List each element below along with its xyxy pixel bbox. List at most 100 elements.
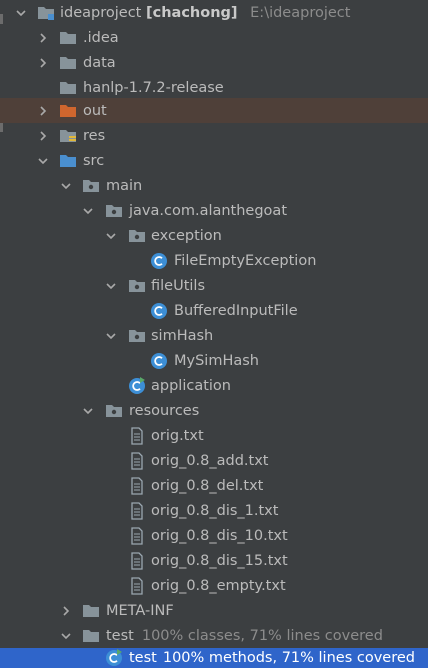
tree-row-file-utils[interactable]: fileUtils: [0, 273, 428, 298]
tree-label-test-class: test 100% methods, 71% lines covered: [129, 650, 415, 666]
package-icon: [128, 327, 146, 345]
text-file-icon: [128, 526, 146, 545]
tree-label-sim-hash: simHash: [151, 327, 214, 344]
folder-icon: [59, 29, 77, 47]
chevron-right-icon[interactable]: [36, 104, 50, 118]
tree-label-meta-inf: META-INF: [106, 602, 174, 619]
tree-label-file-empty-exception: FileEmptyException: [174, 252, 317, 269]
text-file-icon: [128, 426, 146, 445]
tree-row-idea[interactable]: .idea: [0, 25, 428, 50]
chevron-down-icon[interactable]: [59, 629, 73, 643]
tree-label-application: application: [151, 377, 231, 394]
project-name: ideaproject: [60, 4, 142, 21]
tree-row-src[interactable]: src: [0, 148, 428, 173]
folder-icon: [82, 627, 100, 645]
resources-folder-icon: [59, 127, 77, 145]
chevron-down-icon[interactable]: [81, 404, 95, 418]
tree-row-data[interactable]: data: [0, 50, 428, 75]
tree-row-my-sim-hash[interactable]: MySimHash: [0, 348, 428, 373]
class-icon: [150, 252, 168, 270]
chevron-down-icon[interactable]: [36, 154, 50, 168]
tree-label-package: java.com.alanthegoat: [129, 202, 287, 219]
tree-label-main: main: [106, 177, 143, 194]
tree-row-sim-hash[interactable]: simHash: [0, 323, 428, 348]
tree-row-project-root[interactable]: ideaproject [chachong] E:\ideaproject: [0, 0, 428, 25]
tree-row-exception[interactable]: exception: [0, 223, 428, 248]
tree-row-file-empty-exception[interactable]: FileEmptyException: [0, 248, 428, 273]
package-icon: [105, 402, 123, 420]
folder-icon: [59, 79, 77, 97]
tree-label-file: orig_0.8_add.txt: [151, 452, 269, 469]
tree-row-hanlp[interactable]: hanlp-1.7.2-release: [0, 75, 428, 100]
package-icon: [82, 177, 100, 195]
tree-label-file: orig_0.8_dis_10.txt: [151, 527, 288, 544]
coverage-info: 100% classes, 71% lines covered: [141, 627, 383, 644]
tree-label-src: src: [83, 152, 105, 169]
package-icon: [128, 227, 146, 245]
chevron-down-icon[interactable]: [104, 279, 118, 293]
excluded-folder-icon: [59, 102, 77, 120]
tree-label-data: data: [83, 54, 116, 71]
tree-row-res[interactable]: res: [0, 123, 428, 148]
tree-row-text-file[interactable]: orig_0.8_empty.txt: [0, 573, 428, 598]
tree-row-meta-inf[interactable]: META-INF: [0, 598, 428, 623]
tree-label-resources: resources: [129, 402, 200, 419]
tree-label-exception: exception: [151, 227, 222, 244]
package-icon: [105, 202, 123, 220]
tree-row-text-file[interactable]: orig_0.8_dis_10.txt: [0, 523, 428, 548]
tree-label-out: out: [83, 102, 107, 119]
coverage-info: 100% methods, 71% lines covered: [162, 650, 415, 666]
chevron-down-icon[interactable]: [81, 204, 95, 218]
tree-row-application[interactable]: application: [0, 373, 428, 398]
tree-row-test-folder[interactable]: test 100% classes, 71% lines covered: [0, 623, 428, 648]
runnable-class-icon: [128, 376, 146, 395]
tree-row-test-class[interactable]: test 100% methods, 71% lines covered: [0, 648, 428, 668]
tree-row-resources[interactable]: resources: [0, 398, 428, 423]
class-icon: [150, 352, 168, 370]
text-file-icon: [128, 576, 146, 595]
folder-icon: [59, 54, 77, 72]
tree-row-out[interactable]: out: [0, 98, 428, 123]
chevron-down-icon[interactable]: [59, 179, 73, 193]
tree-label-hanlp: hanlp-1.7.2-release: [83, 79, 224, 96]
chevron-right-icon[interactable]: [36, 56, 50, 70]
tree-label-file: orig_0.8_del.txt: [151, 477, 264, 494]
module-folder-icon: [37, 4, 55, 22]
chevron-right-icon[interactable]: [36, 129, 50, 143]
runnable-class-icon: [105, 649, 123, 667]
tree-row-text-file[interactable]: orig.txt: [0, 423, 428, 448]
tree-label-file: orig_0.8_empty.txt: [151, 577, 286, 594]
tree-row-text-file[interactable]: orig_0.8_dis_1.txt: [0, 498, 428, 523]
project-path: E:\ideaproject: [250, 4, 351, 21]
tree-row-package[interactable]: java.com.alanthegoat: [0, 198, 428, 223]
tree-row-main[interactable]: main: [0, 173, 428, 198]
tree-row-text-file[interactable]: orig_0.8_add.txt: [0, 448, 428, 473]
chevron-down-icon[interactable]: [104, 329, 118, 343]
module-tag: [chachong]: [145, 4, 238, 21]
text-file-icon: [128, 476, 146, 495]
tree-label-file: orig_0.8_dis_1.txt: [151, 502, 279, 519]
text-file-icon: [128, 551, 146, 570]
folder-icon: [82, 602, 100, 620]
class-icon: [150, 302, 168, 320]
tree-row-buffered-input-file[interactable]: BufferedInputFile: [0, 298, 428, 323]
text-file-icon: [128, 501, 146, 520]
project-root-label: ideaproject [chachong] E:\ideaproject: [60, 5, 350, 21]
chevron-down-icon[interactable]: [104, 229, 118, 243]
chevron-down-icon[interactable]: [14, 6, 28, 20]
tree-label-buffered-input-file: BufferedInputFile: [174, 302, 298, 319]
tree-label-res: res: [83, 127, 106, 144]
package-icon: [128, 277, 146, 295]
tree-row-text-file[interactable]: orig_0.8_dis_15.txt: [0, 548, 428, 573]
chevron-right-icon[interactable]: [59, 604, 73, 618]
source-folder-icon: [59, 152, 77, 170]
tree-label-my-sim-hash: MySimHash: [174, 352, 259, 369]
tree-label-file: orig.txt: [151, 427, 204, 444]
tree-row-text-file[interactable]: orig_0.8_del.txt: [0, 473, 428, 498]
test-folder-name: test: [106, 627, 134, 644]
tree-label-file-utils: fileUtils: [151, 277, 205, 294]
tree-label-idea: .idea: [83, 29, 119, 46]
test-class-name: test: [129, 650, 157, 666]
chevron-right-icon[interactable]: [36, 31, 50, 45]
tree-label-file: orig_0.8_dis_15.txt: [151, 552, 288, 569]
